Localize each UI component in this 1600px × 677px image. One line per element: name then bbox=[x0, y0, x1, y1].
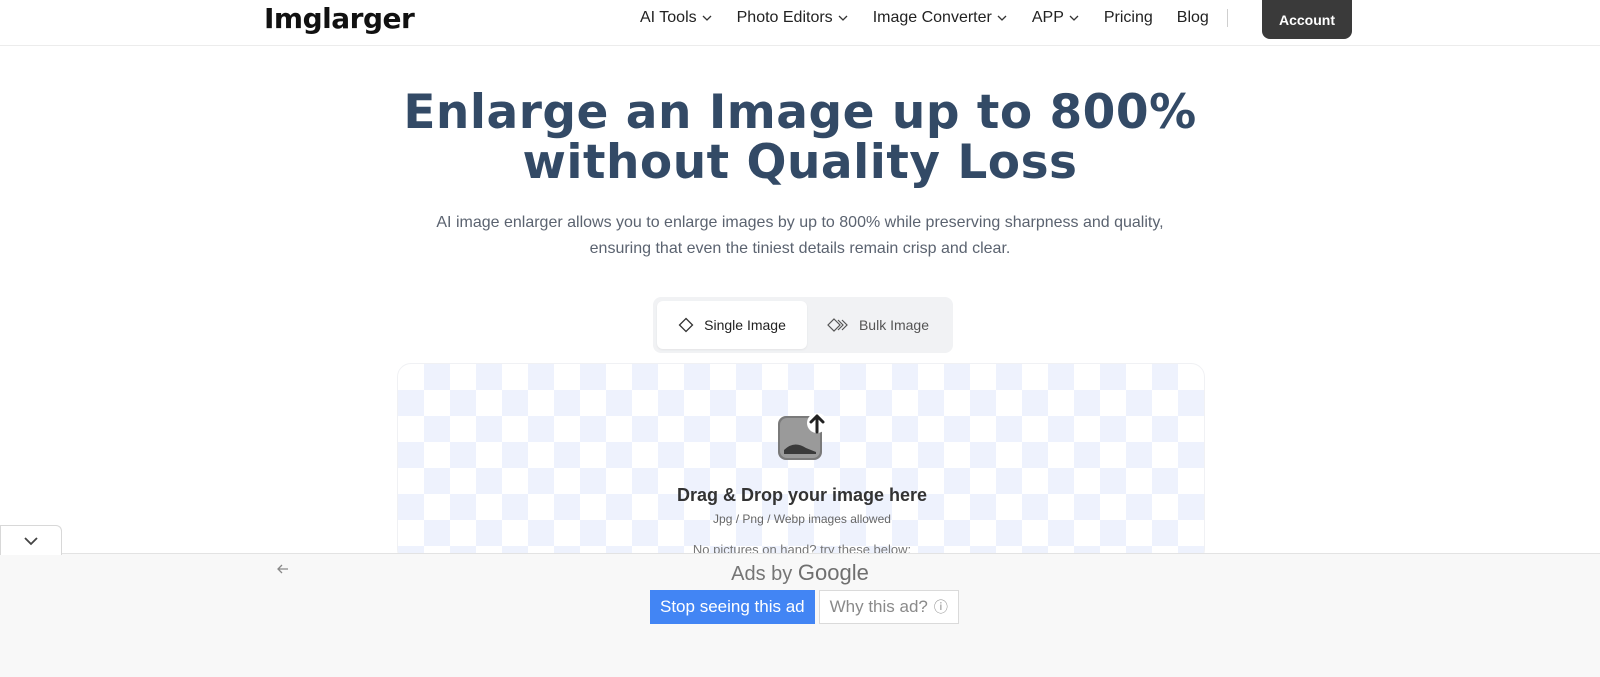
nav-divider bbox=[1226, 9, 1228, 27]
page-subtitle: AI image enlarger allows you to enlarge … bbox=[380, 210, 1220, 262]
diamond-icon bbox=[678, 317, 694, 333]
why-this-ad-button[interactable]: Why this ad? ⓘ bbox=[818, 590, 959, 624]
multi-diamond-icon bbox=[827, 318, 848, 332]
google-logo: Google bbox=[797, 560, 869, 585]
site-header: Imglarger AI Tools Photo Editors Image C… bbox=[0, 0, 1600, 46]
nav-pricing[interactable]: Pricing bbox=[1104, 9, 1153, 27]
chevron-down-icon bbox=[838, 15, 848, 21]
ads-by-google-label: Ads by Google bbox=[0, 560, 1600, 586]
subtitle-line: AI image enlarger allows you to enlarge … bbox=[436, 214, 1164, 231]
ad-feedback-buttons: Stop seeing this ad Why this ad? ⓘ bbox=[650, 590, 959, 624]
nav-label: Image Converter bbox=[872, 9, 992, 26]
chevron-down-icon bbox=[24, 536, 38, 545]
main-nav: AI Tools Photo Editors Image Converter A… bbox=[640, 0, 1240, 36]
drop-zone-hint: Jpg / Png / Webp images allowed bbox=[713, 512, 891, 526]
tab-label: Bulk Image bbox=[858, 317, 930, 333]
info-icon: ⓘ bbox=[933, 599, 948, 615]
image-drop-zone[interactable]: Drag & Drop your image here Jpg / Png / … bbox=[397, 363, 1205, 563]
chevron-down-icon bbox=[702, 15, 712, 21]
nav-label: Blog bbox=[1176, 9, 1209, 26]
nav-label: APP bbox=[1031, 9, 1064, 26]
nav-image-converter[interactable]: Image Converter bbox=[873, 9, 1008, 27]
page: Imglarger AI Tools Photo Editors Image C… bbox=[0, 0, 1600, 677]
ad-collapse-button[interactable] bbox=[0, 525, 62, 555]
upload-image-icon bbox=[778, 413, 827, 460]
nav-app[interactable]: APP bbox=[1032, 9, 1080, 27]
chevron-down-icon bbox=[1069, 15, 1079, 21]
mode-tabs: Single Image Bulk Image bbox=[653, 297, 953, 353]
tab-single-image[interactable]: Single Image bbox=[657, 301, 807, 349]
nav-blog[interactable]: Blog bbox=[1177, 9, 1209, 27]
stop-seeing-ad-button[interactable]: Stop seeing this ad bbox=[650, 590, 815, 624]
title-line: Enlarge an Image up to 800% bbox=[403, 85, 1197, 140]
site-logo[interactable]: Imglarger bbox=[264, 2, 415, 36]
chevron-down-icon bbox=[997, 15, 1007, 21]
nav-label: Pricing bbox=[1103, 9, 1153, 26]
nav-ai-tools[interactable]: AI Tools bbox=[640, 9, 713, 27]
page-title: Enlarge an Image up to 800% without Qual… bbox=[300, 88, 1300, 188]
title-line: without Quality Loss bbox=[522, 135, 1078, 190]
account-button[interactable]: Account bbox=[1262, 0, 1352, 39]
ads-by-text: Ads by bbox=[731, 563, 793, 585]
drop-zone-title: Drag & Drop your image here bbox=[676, 485, 928, 505]
tab-label: Single Image bbox=[704, 317, 786, 333]
why-label: Why this ad? bbox=[829, 597, 928, 616]
nav-photo-editors[interactable]: Photo Editors bbox=[737, 9, 849, 27]
tab-bulk-image[interactable]: Bulk Image bbox=[807, 301, 949, 349]
nav-label: AI Tools bbox=[640, 9, 697, 26]
nav-label: Photo Editors bbox=[736, 9, 833, 26]
subtitle-line: ensuring that even the tiniest details r… bbox=[589, 240, 1011, 257]
ad-overlay: Ads by Google Stop seeing this ad Why th… bbox=[0, 553, 1600, 677]
